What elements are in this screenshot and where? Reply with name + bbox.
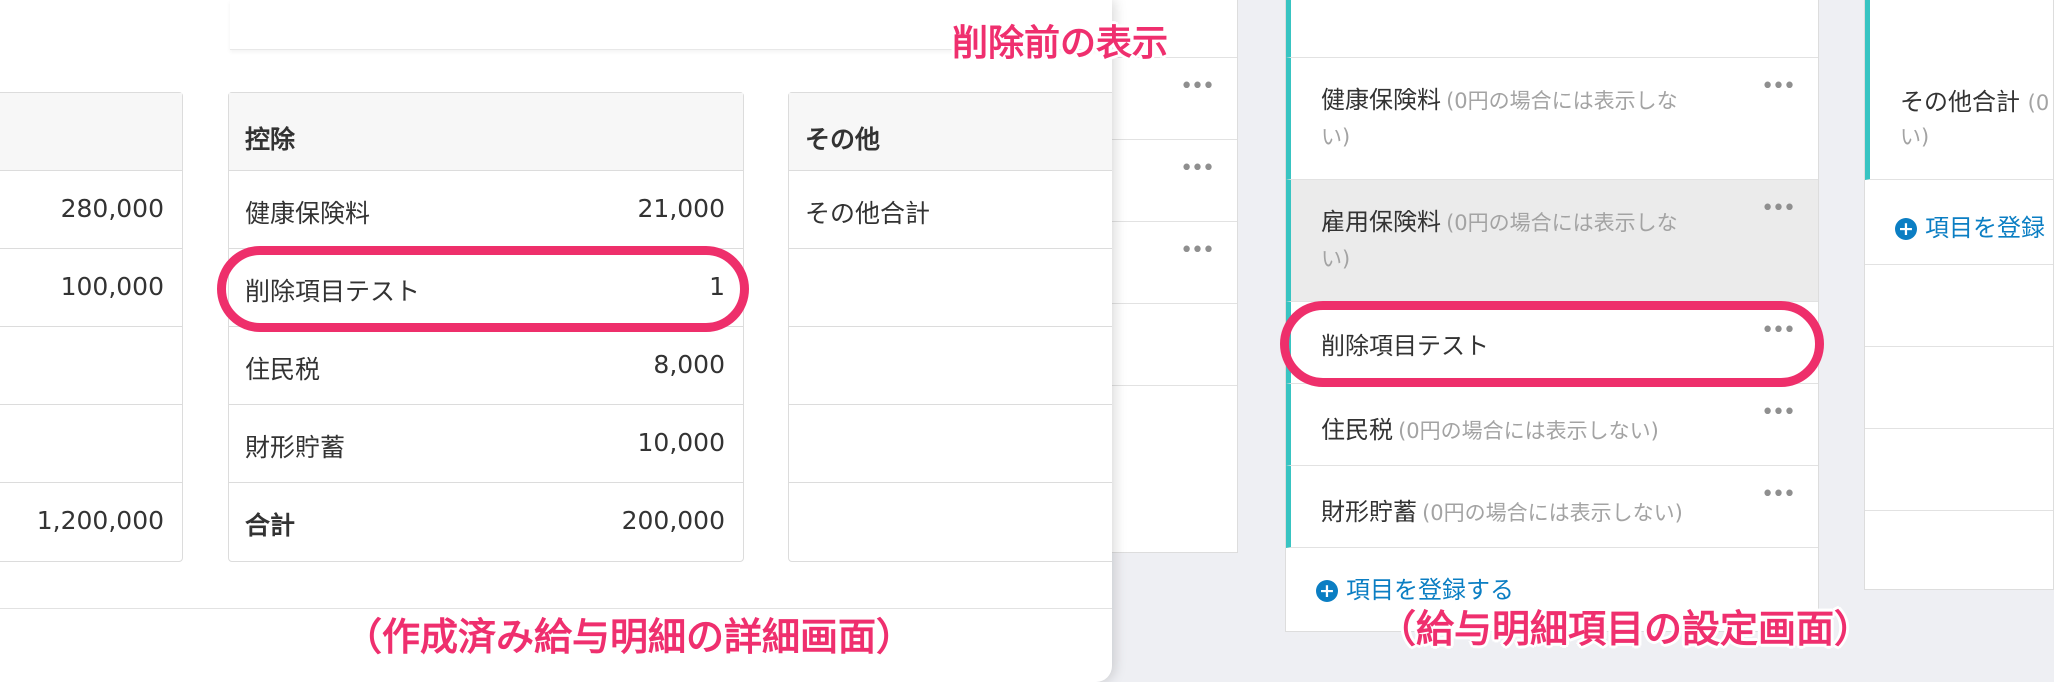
highlight-detail-deletion-test [217, 246, 749, 332]
item-note: い) [1321, 125, 1351, 149]
more-horizontal-icon[interactable]: ••• [1180, 240, 1215, 262]
item-note: (0円の場合には表示しな [1446, 211, 1678, 235]
item-name: 健康保険料 [1321, 86, 1441, 114]
settings-item-property-savings[interactable]: 財形貯蓄 (0円の場合には表示しない) ••• [1286, 466, 1818, 548]
highlight-settings-deletion-test [1280, 301, 1824, 387]
cell-label: その他合計 [805, 199, 931, 228]
table-header: 控除 [229, 93, 743, 171]
table-row [789, 405, 1112, 483]
table-row: 住民税 8,000 [229, 327, 743, 405]
cell-label: 健康保険料 [245, 199, 371, 228]
cell-label: 財形貯蓄 [245, 433, 346, 462]
item-note: (0 [2027, 91, 2050, 115]
annotation-before-deletion: 削除前の表示 [952, 23, 1169, 64]
item-name: 雇用保険料 [1321, 208, 1441, 236]
table-row: 1,200,000 [0, 483, 182, 561]
cell-value: 280,000 [60, 194, 164, 223]
total-label: 合計 [245, 511, 296, 540]
item-note: (0円の場合には表示しない) [1422, 501, 1683, 525]
other-settings-column: その他合計 (0 い) + 項目を登録 [1864, 0, 2054, 590]
cell-label: 住民税 [245, 355, 321, 384]
item-note: (0円の場合には表示しない) [1398, 419, 1659, 443]
item-name: 財形貯蓄 [1321, 498, 1417, 526]
earnings-table: 280,000 100,000 1,200,000 [0, 92, 183, 562]
settings-item-resident-tax[interactable]: 住民税 (0円の場合には表示しない) ••• [1286, 384, 1818, 466]
item-note: い) [1900, 125, 1930, 149]
settings-item-health-insurance[interactable]: 健康保険料 (0円の場合には表示しな い) ••• [1286, 58, 1818, 180]
more-horizontal-icon[interactable]: ••• [1761, 402, 1796, 424]
cell-value: 1,200,000 [36, 506, 164, 535]
table-row: 財形貯蓄 10,000 [229, 405, 743, 483]
item-name: その他合計 [1900, 88, 2020, 116]
more-horizontal-icon[interactable]: ••• [1761, 76, 1796, 98]
more-horizontal-icon[interactable]: ••• [1761, 484, 1796, 506]
table-row [789, 483, 1112, 561]
plus-circle-icon: + [1316, 580, 1338, 602]
cell-value: 21,000 [637, 194, 725, 223]
table-row [789, 327, 1112, 405]
cell-value: 10,000 [637, 428, 725, 457]
table-row: 100,000 [0, 249, 182, 327]
more-horizontal-icon[interactable]: ••• [1761, 198, 1796, 220]
table-row [0, 327, 182, 405]
settings-item-employment-insurance[interactable]: 雇用保険料 (0円の場合には表示しな い) ••• [1286, 180, 1818, 302]
other-table: その他 その他合計 [788, 92, 1112, 562]
table-row: 280,000 [0, 171, 182, 249]
table-total-row: 合計 200,000 [229, 483, 743, 561]
register-item-button[interactable]: + 項目を登録 [1865, 180, 2053, 265]
more-horizontal-icon[interactable]: ••• [1180, 76, 1215, 98]
annotation-detail-screen: （作成済み給与明細の詳細画面） [344, 615, 915, 659]
item-name: 住民税 [1321, 416, 1393, 444]
cell-value: 8,000 [653, 350, 725, 379]
total-value: 200,000 [621, 506, 725, 535]
payslip-detail-panel: 280,000 100,000 1,200,000 控除 健康保険料 21,00… [0, 0, 1112, 682]
item-note: い) [1321, 247, 1351, 271]
settings-item-other-total[interactable]: その他合計 (0 い) [1865, 0, 2053, 180]
more-horizontal-icon[interactable]: ••• [1180, 158, 1215, 180]
table-row: その他合計 [789, 171, 1112, 249]
cell-value: 100,000 [60, 272, 164, 301]
item-note: (0円の場合には表示しな [1446, 89, 1678, 113]
table-header [0, 93, 182, 171]
table-header: その他 [789, 93, 1112, 171]
register-item-label: 項目を登録 [1925, 214, 2045, 242]
annotation-settings-screen: （給与明細項目の設定画面） [1378, 607, 1873, 651]
plus-circle-icon: + [1895, 218, 1917, 240]
table-row [789, 249, 1112, 327]
table-row [0, 405, 182, 483]
table-row: 健康保険料 21,000 [229, 171, 743, 249]
